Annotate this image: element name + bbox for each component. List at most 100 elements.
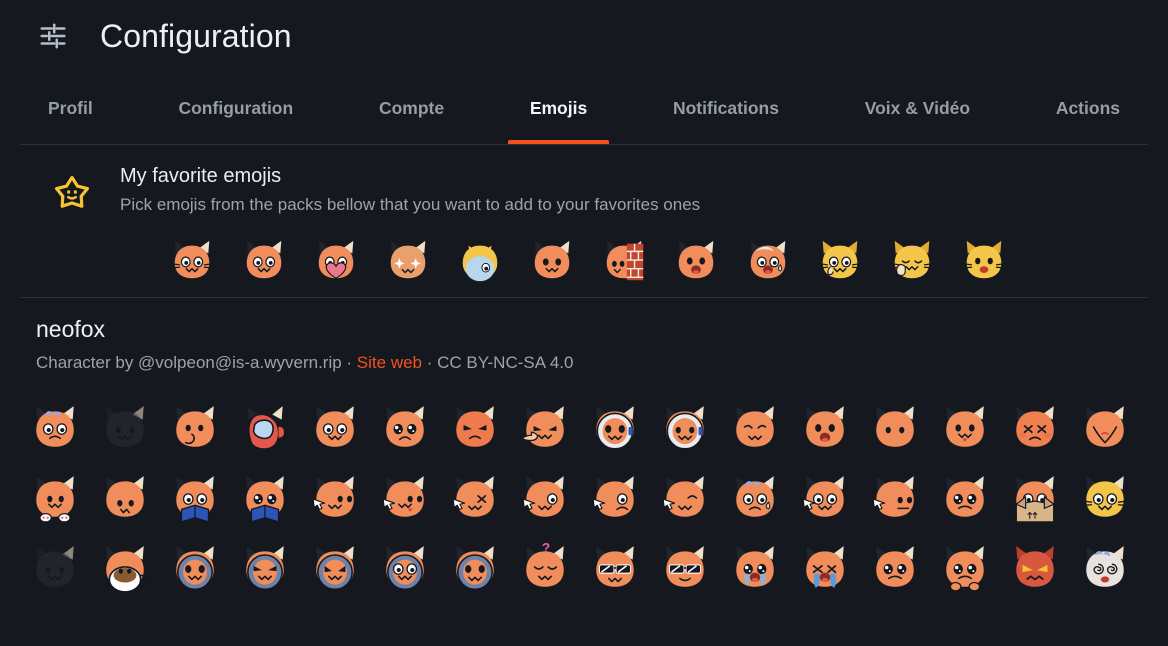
pack-emoji-cell[interactable] [160,393,230,463]
pack-emoji-cell[interactable] [160,533,230,603]
pack-emoji-cell[interactable] [370,463,440,533]
favorite-emoji-neocat_shy[interactable] [816,237,864,285]
pack-emoji-cell[interactable] [650,533,720,603]
tab-voix-video[interactable]: Voix & Vidéo [843,72,992,144]
favorite-emoji-neofox_scream[interactable] [672,237,720,285]
pack-emoji-cell[interactable] [720,533,790,603]
pack-emoji-neofox_angel[interactable] [309,402,361,454]
pack-emoji-neofox_awoo[interactable] [729,402,781,454]
pack-emoji-neofox_blank[interactable] [869,402,921,454]
favorite-emoji-neocat_surprised[interactable] [960,237,1008,285]
pack-emoji-neofox_angry_blush[interactable] [1009,402,1061,454]
pack-emoji-cell[interactable] [160,463,230,533]
pack-emoji-cell[interactable] [790,393,860,463]
pack-emoji-cell[interactable] [300,393,370,463]
pack-emoji-neofox_hoodie_2[interactable] [309,542,361,594]
pack-emoji-neofox_sunglasses_2[interactable] [659,542,711,594]
favorite-emoji-neocat_pumpkin[interactable] [528,237,576,285]
pack-emoji-neofox_scream2[interactable] [799,402,851,454]
pack-emoji-neofox_angel_sad[interactable] [379,402,431,454]
pack-emoji-neofox_hoodie_evil[interactable] [239,542,291,594]
pack-emoji-neofox_angry_point[interactable] [519,402,571,454]
pack-emoji-cell[interactable] [510,393,580,463]
pack-emoji-neofox_book[interactable] [169,472,221,524]
pack-emoji-neofox_cursor_4[interactable] [519,472,571,524]
pack-emoji-cell[interactable] [370,533,440,603]
pack-emoji-neofox_cry_sweat[interactable] [729,472,781,524]
pack-emoji-cell[interactable] [230,463,300,533]
pack-emoji-neofox_cursor_8[interactable] [869,472,921,524]
tab-emojis[interactable]: Emojis [507,72,610,144]
pack-emoji-cell[interactable] [860,463,930,533]
pack-emoji-cell[interactable] [1070,393,1140,463]
pack-emoji-neofox_cry_4[interactable] [939,542,991,594]
pack-emoji-neofox_cry_2[interactable] [799,542,851,594]
pack-emoji-cell[interactable]: ? [510,533,580,603]
pack-emoji-cell[interactable] [720,463,790,533]
pack-emoji-neofox_hoodie_4[interactable] [449,542,501,594]
pack-emoji-neofox_peek[interactable] [99,472,151,524]
pack-emoji-cell[interactable] [860,533,930,603]
pack-emoji-neofox_cursor[interactable] [309,472,361,524]
pack-emoji-cell[interactable] [510,463,580,533]
pack-emoji-cell[interactable] [370,393,440,463]
pack-emoji-neofox_coffee[interactable] [99,542,151,594]
pack-emoji-cell[interactable] [440,393,510,463]
pack-emoji-neofox_box[interactable] [1009,472,1061,524]
pack-emoji-neofox_book_2[interactable] [239,472,291,524]
pack-emoji-neofox_paws[interactable] [29,472,81,524]
tab-configuration[interactable]: Configuration [156,72,315,144]
pack-emoji-cell[interactable] [930,393,1000,463]
pack-emoji-neofox_angry[interactable] [449,402,501,454]
pack-emoji-cell[interactable] [650,463,720,533]
pack-emoji-cell[interactable] [90,393,160,463]
pack-emoji-neofox_3c[interactable] [29,402,81,454]
favorite-emoji-neofox_scared_sweat[interactable] [744,237,792,285]
pack-emoji-neofox_sunglasses[interactable] [589,542,641,594]
tab-actions[interactable]: Actions [1034,72,1142,144]
favorite-emoji-neofox_sparkle[interactable] [384,237,432,285]
pack-emoji-neofox_hoodie[interactable] [169,542,221,594]
favorite-emoji-neofox_wall[interactable] [600,237,648,285]
pack-emoji-neofox_adult_only[interactable] [99,402,151,454]
tab-profil[interactable]: Profil [26,72,115,144]
pack-emoji-neofox_hoodie_3[interactable] [379,542,431,594]
pack-emoji-neofox_dizzy[interactable] [1079,542,1131,594]
tune-sliders-icon[interactable] [36,19,70,53]
favorite-emoji-neofox[interactable] [240,237,288,285]
pack-emoji-cell[interactable] [300,463,370,533]
pack-emoji-neofox_amongus[interactable] [239,402,291,454]
pack-emoji-cell[interactable] [790,533,860,603]
pack-emoji-cell[interactable] [580,533,650,603]
pack-emoji-neofox_astronaut[interactable] [589,402,641,454]
favorite-emoji-neofox_heart[interactable] [312,237,360,285]
favorite-emoji-neocat_thumbsup[interactable] [888,237,936,285]
tab-notifications[interactable]: Notifications [651,72,801,144]
pack-emoji-cell[interactable] [20,463,90,533]
pack-emoji-cell[interactable] [1070,463,1140,533]
pack-emoji-cell[interactable] [300,533,370,603]
pack-emoji-cell[interactable] [720,393,790,463]
tab-compte[interactable]: Compte [357,72,466,144]
favorite-emoji-neocat_sad_pat[interactable] [456,237,504,285]
pack-emoji-cell[interactable] [90,463,160,533]
pack-emoji-neofox_astronaut_2[interactable] [659,402,711,454]
pack-emoji-cell[interactable] [230,393,300,463]
pack-emoji-cell[interactable] [790,463,860,533]
pack-emoji-cell[interactable] [1000,393,1070,463]
pack-emoji-cell[interactable] [20,533,90,603]
pack-website-link[interactable]: Site web [357,353,422,372]
pack-emoji-neofox_confused[interactable]: ? [519,542,571,594]
pack-emoji-neofox_cursor_7[interactable] [799,472,851,524]
pack-emoji-cell[interactable] [440,533,510,603]
pack-emoji-cell[interactable] [1070,533,1140,603]
pack-emoji-neofox_black[interactable] [29,542,81,594]
pack-emoji-cell[interactable] [580,393,650,463]
pack-emoji-cell[interactable] [930,533,1000,603]
pack-emoji-neofox_cursor_3[interactable] [449,472,501,524]
pack-emoji-neofox_cry[interactable] [729,542,781,594]
pack-emoji-neofox_pleading[interactable] [939,472,991,524]
pack-emoji-neofox_aww[interactable] [169,402,221,454]
pack-emoji-cell[interactable] [860,393,930,463]
pack-emoji-cell[interactable] [440,463,510,533]
